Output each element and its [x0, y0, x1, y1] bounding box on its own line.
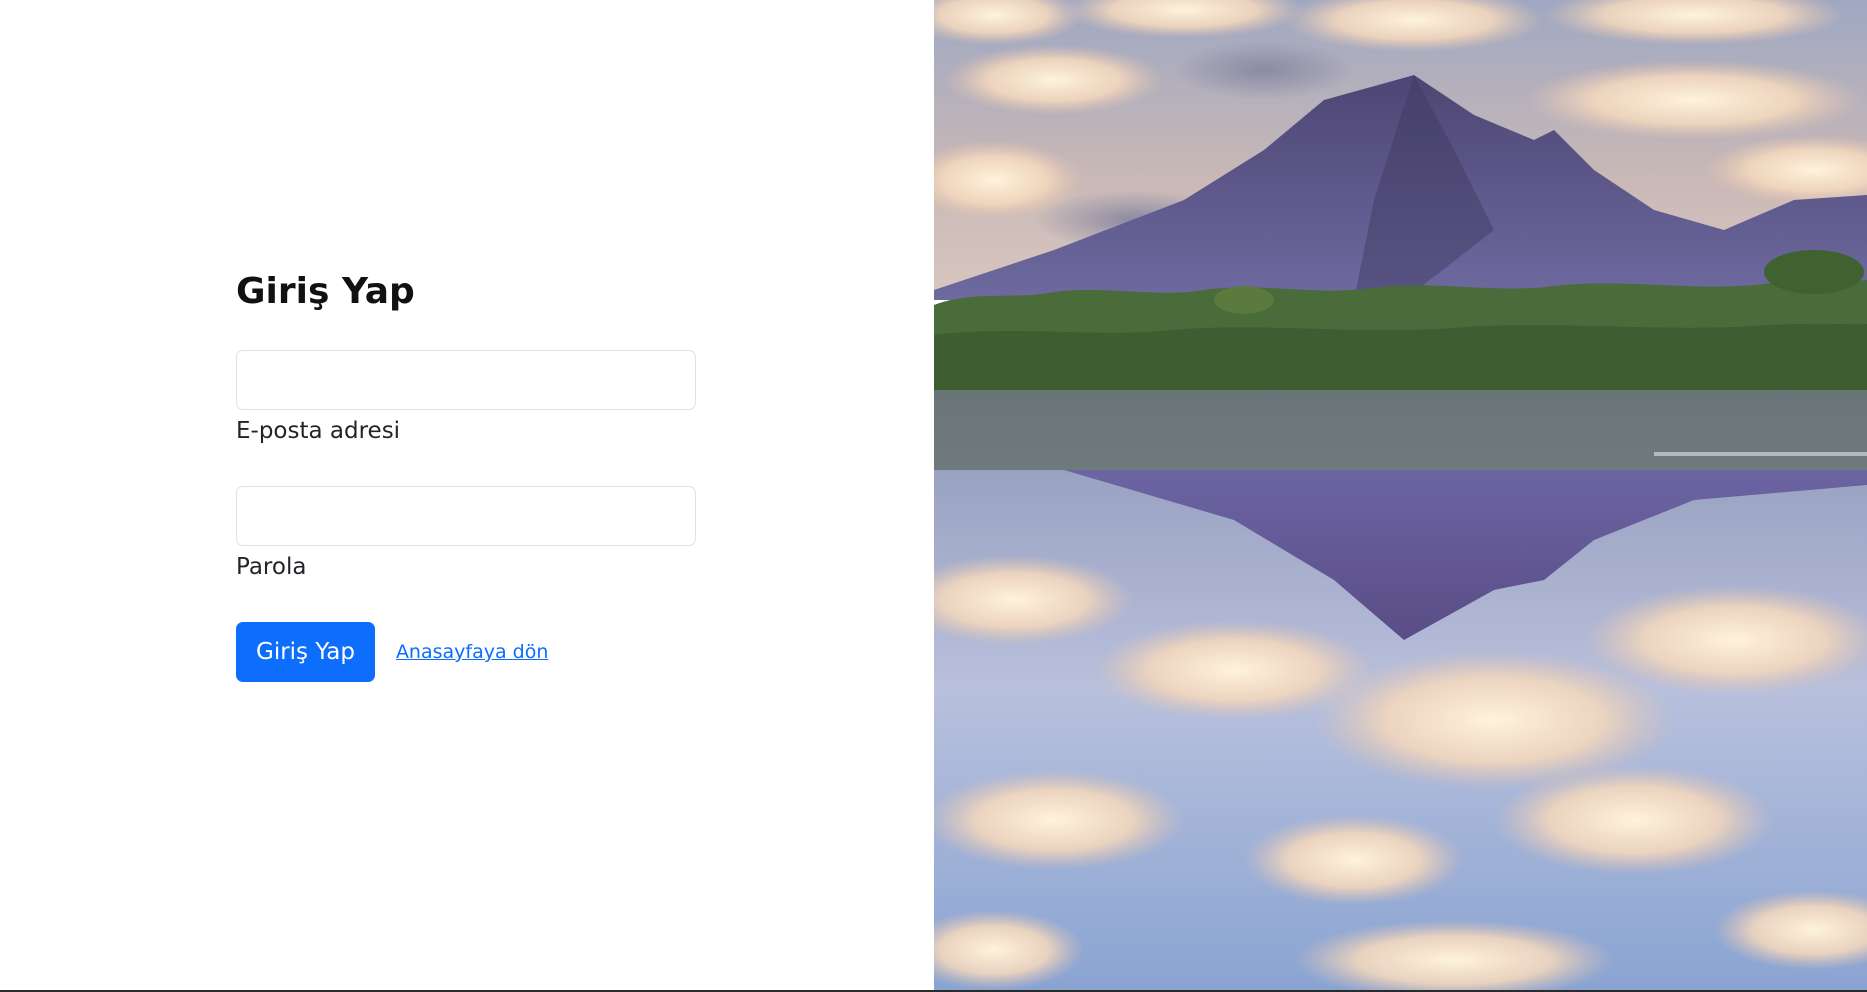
password-label: Parola [236, 554, 307, 580]
email-field-group: E-posta adresi [236, 350, 696, 447]
form-actions: Giriş Yap Anasayfaya dön [236, 622, 696, 682]
home-link[interactable]: Anasayfaya dön [396, 641, 548, 663]
password-input[interactable] [236, 486, 696, 546]
login-page: Giriş Yap E-posta adresi Parola Giriş Ya… [0, 0, 1867, 990]
login-form: Giriş Yap E-posta adresi Parola Giriş Ya… [236, 270, 696, 682]
page-title: Giriş Yap [236, 271, 415, 312]
login-panel: Giriş Yap E-posta adresi Parola Giriş Ya… [0, 0, 934, 990]
email-label: E-posta adresi [236, 418, 401, 444]
email-input[interactable] [236, 350, 696, 410]
password-field-group: Parola [236, 486, 696, 583]
landscape-image [934, 0, 1867, 990]
login-button[interactable]: Giriş Yap [236, 622, 375, 682]
